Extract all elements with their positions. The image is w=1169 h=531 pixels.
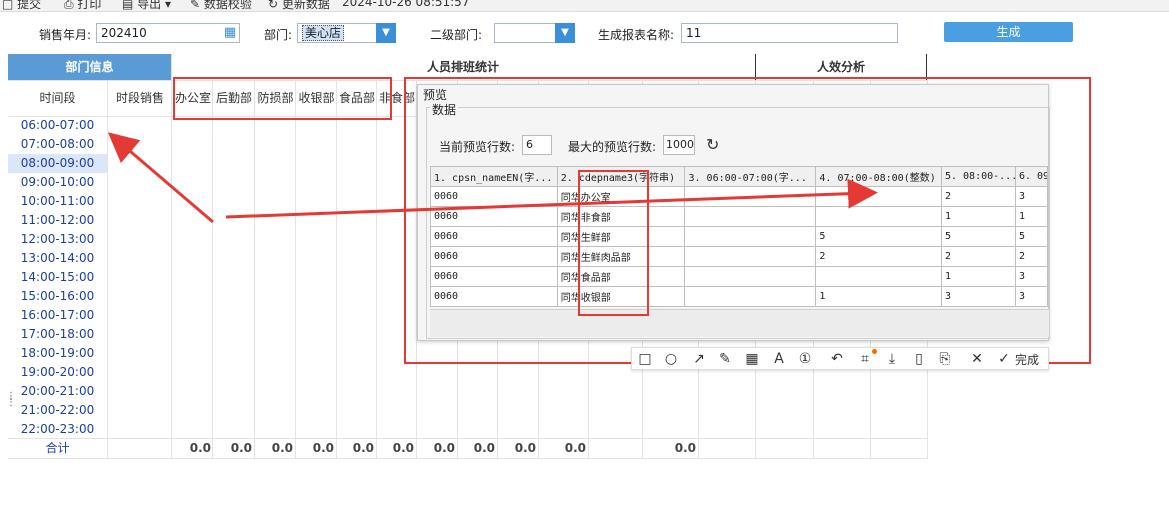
undo-icon[interactable]: ↶	[828, 350, 846, 368]
arrow-icon[interactable]: ↗	[690, 350, 708, 368]
notification-dot	[872, 349, 877, 354]
save-icon[interactable]: ⎘	[936, 350, 954, 368]
rectangle-icon[interactable]: □	[636, 350, 654, 368]
ocr-icon[interactable]: ⌗	[856, 350, 874, 368]
ellipse-icon[interactable]: ○	[662, 350, 680, 368]
pen-icon[interactable]: ✎	[716, 350, 734, 368]
done-label[interactable]: 完成	[1015, 351, 1039, 368]
confirm-icon[interactable]: ✓	[995, 350, 1013, 368]
pin-icon[interactable]: ▯	[910, 350, 928, 368]
annotation-toolbar: □ ○ ↗ ✎ ▦ A ① ↶ ⌗ ⤓ ▯ ⎘ ✕ ✓ 完成	[631, 347, 1049, 370]
number-icon[interactable]: ①	[796, 350, 814, 368]
download-icon[interactable]: ⤓	[883, 350, 901, 368]
annotation-arrows	[107, 132, 878, 224]
arrow-to-preview	[225, 178, 878, 219]
text-icon[interactable]: A	[770, 350, 788, 368]
mosaic-icon[interactable]: ▦	[743, 350, 761, 368]
arrow-to-timeslots	[107, 132, 214, 224]
cancel-icon[interactable]: ✕	[968, 350, 986, 368]
